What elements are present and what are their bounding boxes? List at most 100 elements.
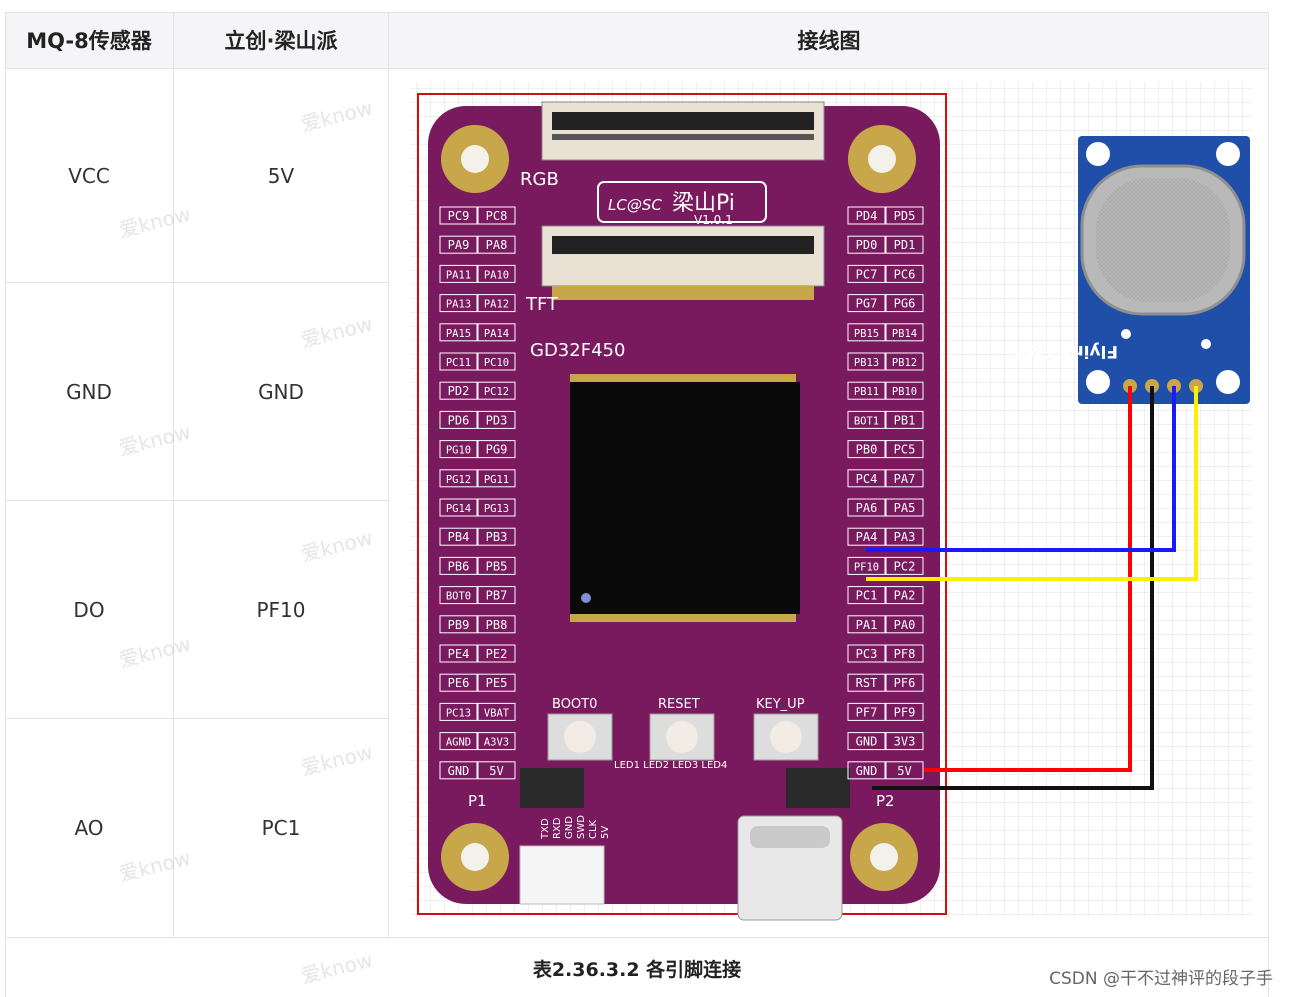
right-pin-pg6: PG6 (894, 297, 916, 311)
right-pin-pf8: PF8 (894, 647, 916, 661)
right-pin-pc2: PC2 (894, 559, 916, 573)
left-pin-pc8: PC8 (486, 209, 508, 223)
left-pin-pa15: PA15 (446, 328, 471, 340)
left-pin-pa11: PA11 (446, 269, 471, 281)
rgb-connector (541, 101, 825, 161)
right-pin-pa5: PA5 (894, 501, 916, 515)
header-diagram: 接线图 (389, 12, 1269, 68)
debug-pin-rxd: RXD (552, 817, 563, 839)
board-pin-5v: 5V (267, 163, 295, 188)
leds-label: LED1 LED2 LED3 LED4 (614, 760, 727, 771)
left-pin-pg13: PG13 (484, 503, 509, 515)
sensor-pin-ao: AO (74, 816, 104, 840)
debug-pin-clk: CLK (588, 819, 599, 839)
usb-c-opening (750, 826, 830, 848)
right-pin-5v: 5V (897, 764, 911, 778)
right-pin-pb13: PB13 (854, 357, 879, 369)
column-divider (388, 12, 389, 937)
left-pin-pa10: PA10 (484, 269, 509, 281)
sensor-pin-vcc: VCC (68, 163, 110, 188)
board-pin-pf10: PF10 (256, 597, 306, 622)
left-pin-pg14: PG14 (446, 503, 471, 515)
row-divider (5, 937, 1269, 938)
logo-version: V1.0.1 (694, 213, 733, 227)
buttons (547, 713, 819, 761)
right-pin-pa4: PA4 (856, 530, 878, 544)
chip-label: GD32F450 (530, 340, 625, 361)
left-pin-pa14: PA14 (484, 328, 509, 340)
left-pin-5v: 5V (489, 764, 503, 778)
left-pin-pc11: PC11 (446, 357, 471, 369)
left-pin-pa13: PA13 (446, 299, 471, 311)
left-pin-vbat: VBAT (484, 707, 510, 719)
right-pin-3v3: 3V3 (894, 735, 916, 749)
board-pin-gnd: GND (258, 379, 304, 404)
left-pin-pb3: PB3 (486, 530, 508, 544)
right-pin-pd5: PD5 (894, 209, 916, 223)
left-pin-pb4: PB4 (448, 530, 470, 544)
right-pin-pa3: PA3 (894, 530, 916, 544)
left-pin-pb8: PB8 (486, 618, 508, 632)
table-border-right (1268, 12, 1269, 997)
left-pin-pb7: PB7 (486, 589, 508, 603)
left-pin-pg9: PG9 (486, 443, 508, 457)
left-pin-pe5: PE5 (486, 676, 508, 690)
right-pin-pb15: PB15 (854, 328, 879, 340)
board-pin-pc1: PC1 (261, 816, 301, 840)
wiring-diagram: RGB TFT LC@SC 梁山Pi V1.0.1 GD32F450 BOOT0… (402, 74, 1254, 926)
right-pin-pc4: PC4 (856, 472, 878, 486)
right-pin-pa7: PA7 (894, 472, 916, 486)
left-pin-pe6: PE6 (448, 676, 470, 690)
left-pin-gnd: GND (448, 764, 470, 778)
diode-right (786, 768, 850, 808)
left-pin-pd2: PD2 (448, 384, 470, 398)
left-pin-pb9: PB9 (448, 618, 470, 632)
right-pin-pd0: PD0 (856, 238, 878, 252)
right-pin-pb12: PB12 (892, 357, 917, 369)
header-sensor: MQ-8传感器 (5, 12, 173, 68)
left-pin-pe2: PE2 (486, 647, 508, 661)
csdn-credit: CSDN @干不过神评的段子手 (1049, 969, 1273, 989)
right-pin-bot1: BOT1 (854, 415, 879, 427)
right-pin-gnd: GND (856, 764, 878, 778)
right-pin-pc6: PC6 (894, 267, 916, 281)
right-pin-pa6: PA6 (856, 501, 878, 515)
sensor-label: Flying-Fish (1013, 341, 1118, 361)
label-tft: TFT (525, 294, 559, 315)
right-pin-pb0: PB0 (856, 443, 878, 457)
debug-pin-gnd: GND (564, 816, 575, 839)
right-pin-pd4: PD4 (856, 209, 878, 223)
right-pin-pa1: PA1 (856, 618, 878, 632)
left-pin-pa8: PA8 (486, 238, 508, 252)
left-pin-pg12: PG12 (446, 474, 471, 486)
right-pin-pf7: PF7 (856, 705, 878, 719)
right-pin-pb14: PB14 (892, 328, 917, 340)
right-pin-pf9: PF9 (894, 705, 916, 719)
debug-header (519, 845, 605, 905)
sensor-pin-gnd: GND (66, 379, 112, 404)
table-border-top (5, 12, 1269, 13)
header-board: 立创·梁山派 (174, 12, 388, 68)
left-pin-a3v3: A3V3 (484, 737, 509, 749)
right-pin-pg7: PG7 (856, 297, 878, 311)
left-pin-agnd: AGND (446, 737, 471, 749)
button-boot0-label: BOOT0 (552, 697, 597, 712)
left-pin-pc9: PC9 (448, 209, 470, 223)
right-pin-pd1: PD1 (894, 238, 916, 252)
right-pin-pa2: PA2 (894, 589, 916, 603)
right-pin-pc5: PC5 (894, 443, 916, 457)
debug-pin-swd: SWD (576, 815, 587, 839)
debug-pin-txd: TXD (540, 818, 551, 840)
debug-pin-5v: 5V (600, 826, 611, 839)
left-pin-bot0: BOT0 (446, 591, 471, 603)
right-pin-pb11: PB11 (854, 386, 879, 398)
right-pin-pf6: PF6 (894, 676, 916, 690)
right-pin-pc3: PC3 (856, 647, 878, 661)
right-pin-rst: RST (856, 676, 878, 690)
label-rgb: RGB (520, 169, 559, 190)
right-pin-pc1: PC1 (856, 589, 878, 603)
left-pin-pa12: PA12 (484, 299, 509, 311)
tft-connector (541, 225, 825, 300)
label-p1: P1 (468, 792, 487, 810)
logo-brand: LC@SC (608, 196, 662, 214)
